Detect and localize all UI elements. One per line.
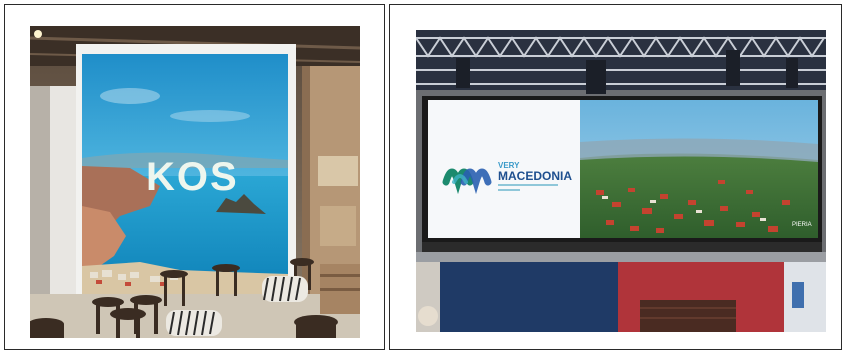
macedonia-text: MACEDONIA: [498, 169, 572, 183]
kos-booth-photo: KOS: [30, 26, 360, 338]
macedonia-screen-photo: PIERIA VERY MACEDONIA: [416, 30, 826, 332]
kos-screen-text: KOS: [146, 155, 239, 199]
pieria-caption: PIERIA: [792, 222, 812, 228]
